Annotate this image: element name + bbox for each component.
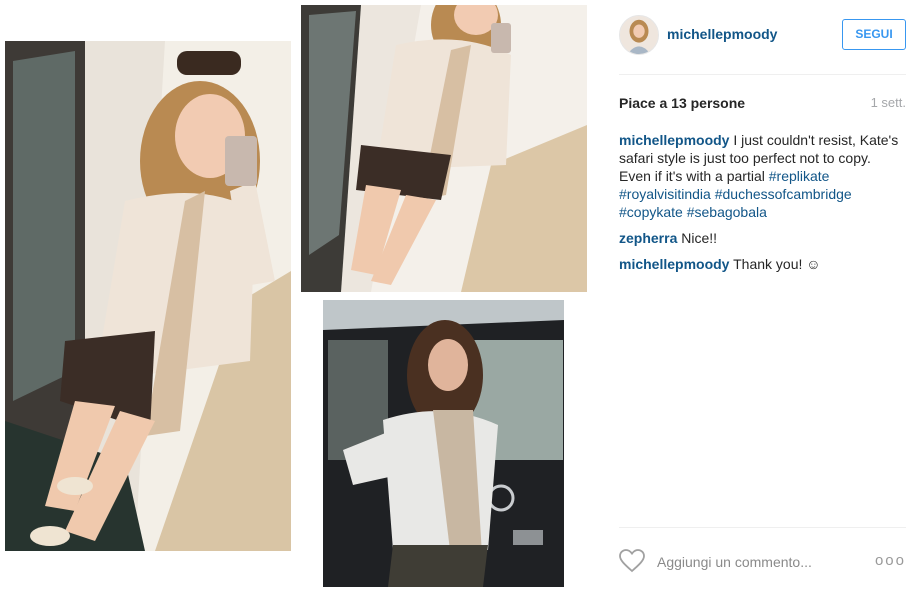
- avatar-image: [620, 16, 658, 54]
- post-actions: ooo: [619, 548, 906, 576]
- comments-list: michellepmoody I just couldn't resist, K…: [619, 131, 906, 281]
- hashtag-link[interactable]: #copykate: [619, 204, 683, 220]
- hashtag-link[interactable]: #duchessofcambridge: [715, 186, 852, 202]
- comment-item: zepherra Nice!!: [619, 229, 906, 247]
- comment-item: michellepmoody Thank you! ☺: [619, 255, 906, 273]
- comment-username[interactable]: michellepmoody: [619, 132, 729, 148]
- more-options-icon[interactable]: ooo: [875, 552, 906, 569]
- selfie-photo-full-image: [5, 41, 291, 551]
- comment-username[interactable]: michellepmoody: [619, 256, 729, 272]
- reference-photo: [323, 300, 564, 587]
- hashtag-link[interactable]: #royalvisitindia: [619, 186, 711, 202]
- post-author-username[interactable]: michellepmoody: [667, 26, 777, 42]
- hashtag-link[interactable]: #sebagobala: [687, 204, 767, 220]
- actions-divider: [619, 527, 906, 528]
- header-divider: [619, 74, 906, 75]
- hashtag-link[interactable]: #replikate: [769, 168, 830, 184]
- reference-photo-image: [323, 300, 564, 587]
- selfie-photo-full: [5, 41, 291, 551]
- avatar[interactable]: [619, 15, 659, 55]
- comment-caption: michellepmoody I just couldn't resist, K…: [619, 131, 906, 221]
- post-details-panel: michellepmoody SEGUI Piace a 13 persone …: [607, 0, 906, 591]
- selfie-photo-cropped: [301, 5, 587, 292]
- comment-username[interactable]: zepherra: [619, 230, 677, 246]
- selfie-photo-cropped-image: [301, 5, 587, 292]
- likes-row: Piace a 13 persone 1 sett.: [619, 95, 906, 113]
- likes-count[interactable]: Piace a 13 persone: [619, 95, 745, 111]
- heart-icon[interactable]: [619, 549, 645, 573]
- add-comment-input[interactable]: [657, 552, 857, 572]
- comment-text: Thank you! ☺: [733, 256, 821, 272]
- follow-button[interactable]: SEGUI: [842, 19, 906, 50]
- post-timestamp[interactable]: 1 sett.: [871, 95, 906, 110]
- post-media[interactable]: [0, 0, 600, 591]
- post-header: michellepmoody SEGUI: [619, 14, 906, 58]
- comment-text: Nice!!: [681, 230, 718, 246]
